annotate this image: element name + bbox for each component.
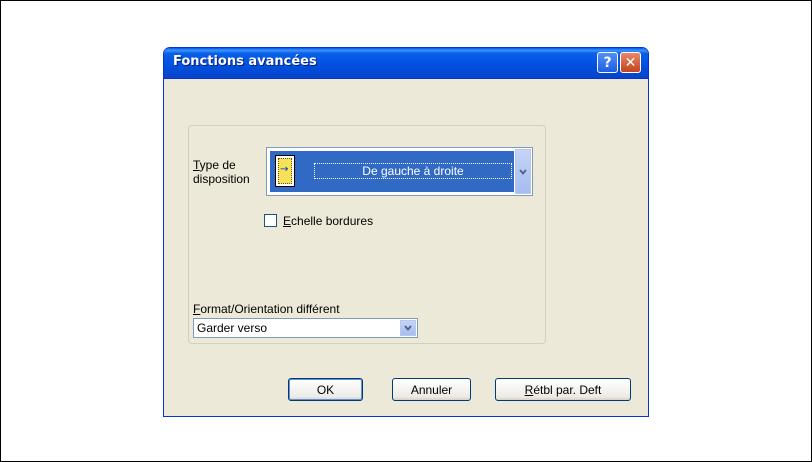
chevron-down-icon [519, 168, 527, 175]
format-selected-value: Garder verso [197, 321, 268, 335]
reset-mnemonic: R [524, 382, 534, 397]
layout-type-label: Type de disposition [193, 158, 250, 186]
title-bar[interactable]: Fonctions avancées ? ✕ [164, 48, 648, 79]
scale-borders-label-rest: chelle bordures [291, 214, 374, 228]
format-dropdown-button[interactable] [400, 320, 416, 336]
close-button[interactable]: ✕ [620, 52, 641, 73]
cancel-button[interactable]: Annuler [392, 378, 471, 401]
settings-group: Type de disposition → De gauche à droite [188, 125, 546, 344]
format-orientation-label: Format/Orientation différent [193, 302, 340, 316]
layout-label-line1: ype de [199, 158, 236, 172]
screen-frame: Fonctions avancées ? ✕ Type de dispositi… [0, 0, 812, 462]
format-label-rest: ormat/Orientation différent [200, 302, 340, 316]
advanced-functions-dialog: Fonctions avancées ? ✕ Type de dispositi… [163, 47, 649, 417]
layout-selected-value: De gauche à droite [314, 163, 512, 179]
reset-label-rest: étbl par. Deft [533, 382, 602, 397]
arrow-right-icon: → [280, 164, 289, 175]
layout-dropdown-button[interactable] [515, 149, 531, 194]
ok-button[interactable]: OK [288, 378, 363, 401]
scale-borders-label[interactable]: Echelle bordures [283, 214, 373, 228]
scale-borders-checkbox[interactable] [264, 214, 277, 227]
help-button[interactable]: ? [597, 52, 618, 73]
layout-label-mnemonic: T [193, 158, 200, 172]
dialog-title: Fonctions avancées [173, 54, 317, 69]
page-layout-icon: → [275, 155, 295, 187]
layout-label-line2: disposition [193, 172, 250, 186]
close-icon: ✕ [624, 54, 637, 71]
layout-selected-item: → De gauche à droite [270, 151, 514, 192]
scale-borders-mnemonic: E [283, 214, 292, 228]
reset-defaults-button[interactable]: Rétbl par. Deft [495, 378, 631, 401]
format-orientation-select[interactable]: Garder verso [193, 318, 418, 338]
question-icon: ? [603, 54, 612, 71]
layout-type-select[interactable]: → De gauche à droite [266, 147, 533, 196]
chevron-down-icon [404, 325, 412, 331]
